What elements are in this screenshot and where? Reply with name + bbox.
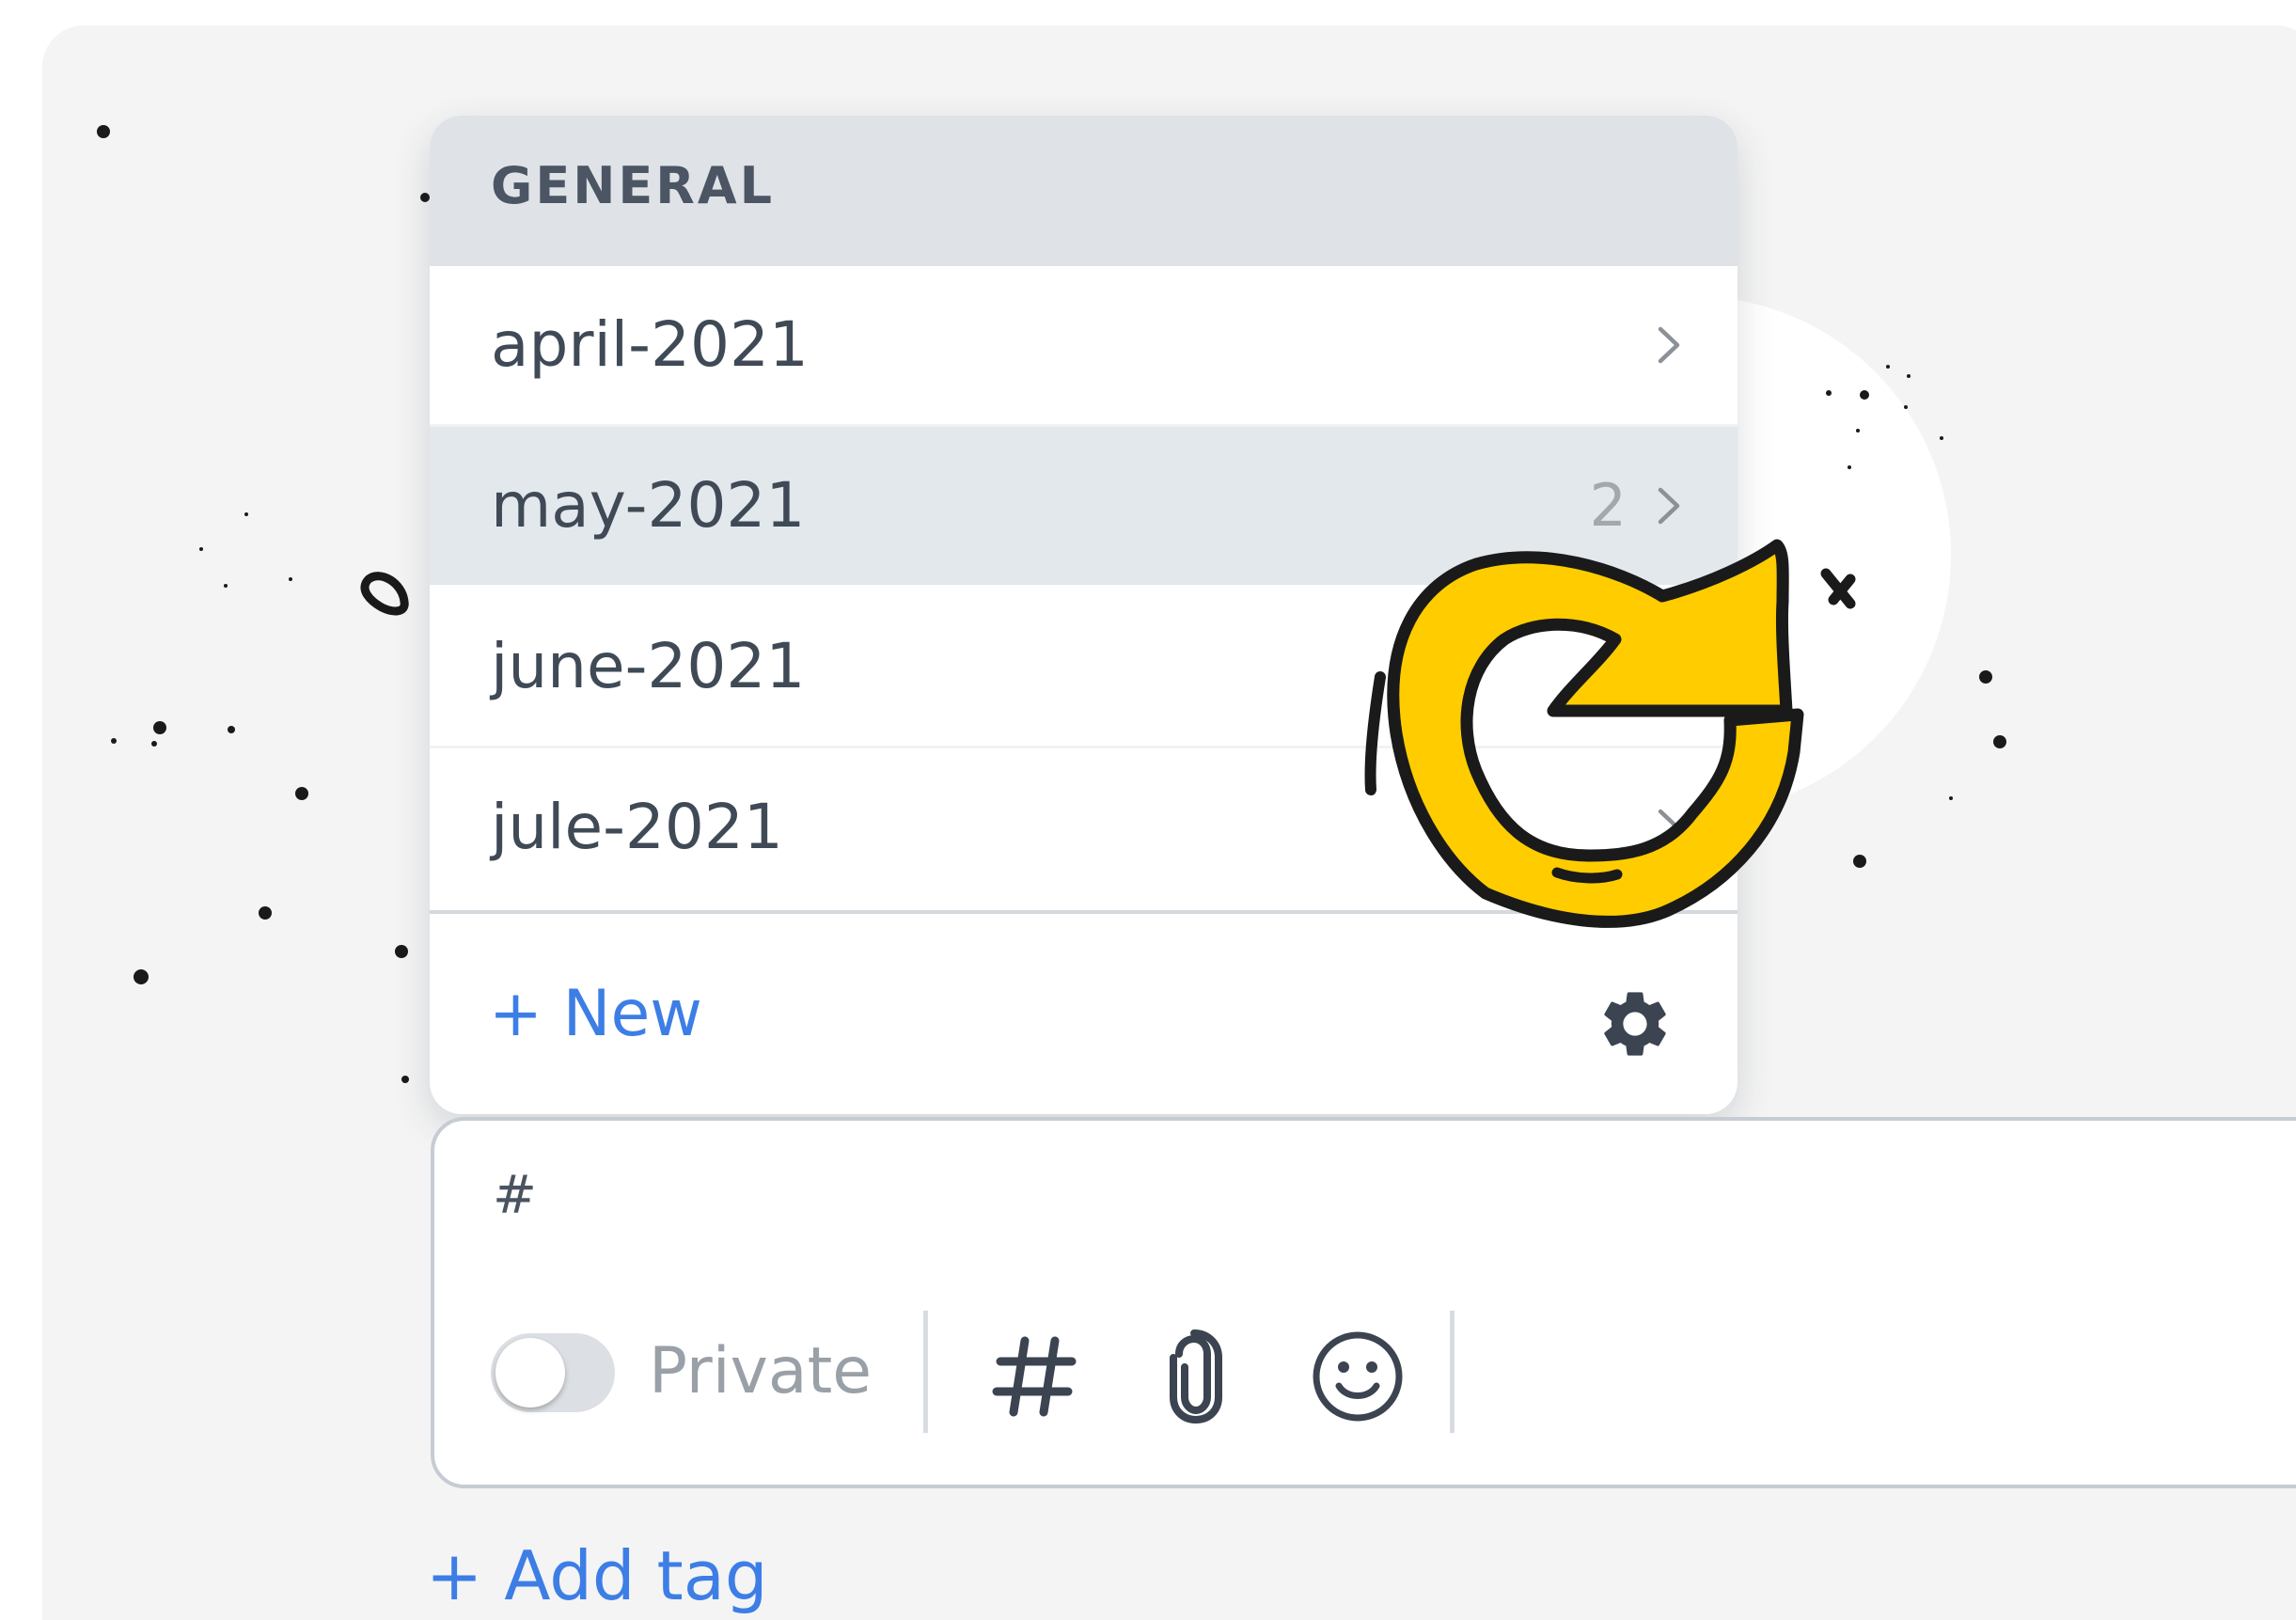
hashtag-icon[interactable] bbox=[987, 1329, 1081, 1423]
new-channel-button[interactable]: + New bbox=[489, 983, 702, 1046]
channel-item-label: may-2021 bbox=[491, 469, 806, 542]
unread-count-badge: 2 bbox=[1589, 471, 1627, 540]
gear-icon[interactable] bbox=[1596, 984, 1675, 1063]
channel-item-jule-2021[interactable]: jule-2021 bbox=[430, 748, 1738, 906]
footer-divider bbox=[430, 910, 1738, 914]
section-title: GENERAL bbox=[491, 156, 776, 215]
private-toggle[interactable] bbox=[491, 1333, 615, 1412]
channel-item-may-2021[interactable]: may-2021 2 bbox=[430, 427, 1738, 585]
channel-dropdown: GENERAL april-2021 may-2021 2 june-2021 … bbox=[430, 116, 1738, 1114]
toolbar-separator bbox=[923, 1311, 928, 1433]
paperclip-icon[interactable] bbox=[1149, 1329, 1243, 1423]
chevron-right-icon bbox=[1658, 809, 1680, 846]
channel-item-june-2021[interactable]: june-2021 bbox=[430, 588, 1738, 746]
smiley-icon[interactable] bbox=[1311, 1329, 1405, 1423]
chevron-right-icon bbox=[1658, 487, 1680, 525]
add-tag-button[interactable]: + Add tag bbox=[426, 1542, 768, 1610]
private-label: Private bbox=[649, 1334, 873, 1408]
toolbar-separator bbox=[1450, 1311, 1455, 1433]
channel-item-april-2021[interactable]: april-2021 bbox=[430, 266, 1738, 424]
toggle-knob bbox=[495, 1338, 565, 1408]
message-composer: # Private bbox=[431, 1117, 2296, 1488]
dropdown-section-header: GENERAL bbox=[430, 116, 1738, 266]
channel-item-label: june-2021 bbox=[491, 630, 806, 702]
channel-item-label: april-2021 bbox=[491, 308, 809, 381]
chevron-right-icon bbox=[1658, 326, 1680, 364]
channel-name-input[interactable]: # bbox=[493, 1170, 1903, 1245]
screen: GENERAL april-2021 may-2021 2 june-2021 … bbox=[0, 0, 2296, 1620]
chevron-right-icon bbox=[1658, 648, 1680, 685]
channel-item-label: jule-2021 bbox=[491, 791, 783, 863]
